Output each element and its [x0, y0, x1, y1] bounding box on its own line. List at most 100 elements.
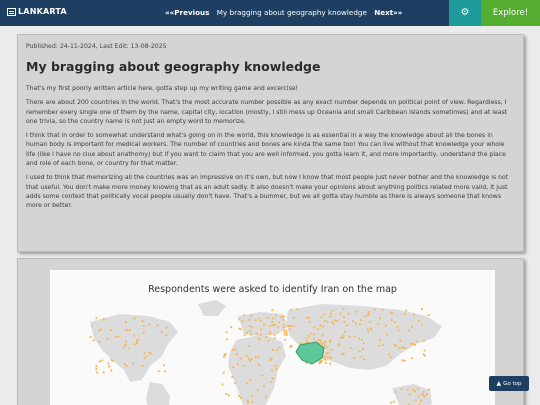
response-dot [222, 355, 226, 358]
response-dot [410, 357, 413, 360]
response-dot [269, 358, 272, 361]
response-dot [222, 371, 225, 374]
response-dot [412, 313, 416, 316]
response-dot [239, 396, 242, 399]
response-dot [243, 334, 246, 337]
response-dot [360, 355, 363, 358]
response-dot [263, 323, 266, 326]
response-dot [247, 357, 250, 360]
response-dot [280, 316, 283, 319]
previous-link[interactable]: ««Previous [165, 8, 209, 17]
response-dot [411, 388, 414, 391]
publish-info: Published: 24-11-2024, Last Edit: 13-08-… [26, 43, 167, 50]
response-dot [405, 309, 408, 312]
response-dot [110, 369, 113, 372]
response-dot [307, 316, 310, 319]
response-dot [157, 370, 160, 373]
response-dot [324, 361, 327, 364]
current-article-title: My bragging about geography knowledge [216, 8, 367, 17]
response-dot [295, 308, 298, 311]
response-dot [102, 318, 105, 321]
response-dot [343, 321, 346, 324]
response-dot [388, 353, 391, 356]
response-dot [271, 369, 274, 372]
response-dot [241, 320, 244, 323]
response-dot [164, 370, 167, 373]
response-dot [266, 316, 269, 319]
go-top-button[interactable]: ▲ Go top [489, 376, 529, 391]
site-logo[interactable]: LANKARTA [7, 7, 67, 16]
response-dot [378, 344, 381, 347]
response-dot [353, 356, 356, 360]
response-dot [262, 385, 266, 388]
settings-button[interactable]: ⚙ [449, 0, 481, 26]
response-dot [393, 321, 397, 324]
response-dot [386, 333, 389, 336]
response-dot [101, 359, 104, 362]
response-dot [337, 344, 340, 347]
response-dot [283, 323, 286, 326]
response-dot [389, 356, 392, 359]
response-dot [283, 331, 286, 334]
response-dot [394, 390, 397, 393]
map-figure: Respondents were asked to identify Iran … [50, 270, 495, 405]
response-dot [248, 324, 251, 327]
go-top-label: Go top [503, 381, 522, 387]
response-dot [163, 364, 166, 367]
response-dot [325, 352, 328, 355]
response-dot [410, 342, 413, 345]
arrow-up-icon: ▲ [496, 380, 502, 387]
response-dot [392, 400, 396, 403]
response-dot [251, 394, 254, 397]
response-dot [367, 330, 370, 333]
response-dot [305, 337, 308, 340]
response-dot [283, 326, 286, 329]
response-dot [248, 318, 251, 321]
response-dot [419, 399, 422, 402]
article-paragraph: There are about 200 countries in the wor… [26, 99, 508, 125]
response-dot [95, 317, 98, 320]
response-dot [124, 362, 127, 366]
response-dot [422, 339, 425, 342]
response-dot [329, 355, 332, 359]
response-dot [268, 331, 272, 334]
response-dot [401, 359, 404, 362]
response-dot [148, 351, 151, 354]
response-dot [329, 340, 332, 344]
response-dot [378, 338, 381, 341]
response-dot [271, 320, 274, 323]
response-dot [305, 317, 308, 320]
response-dot [420, 308, 424, 311]
response-dot [99, 328, 102, 331]
response-dot [425, 393, 429, 396]
response-dot [416, 340, 419, 343]
explore-button[interactable]: Explore! [481, 0, 540, 26]
response-dot [411, 325, 414, 328]
response-dot [324, 340, 327, 343]
response-dot [142, 331, 145, 334]
response-dot [417, 395, 420, 398]
response-dot [271, 317, 274, 320]
response-dot [156, 324, 159, 327]
response-dot [248, 379, 251, 382]
response-dot [420, 323, 423, 326]
response-dot [406, 388, 409, 391]
article-card: Published: 24-11-2024, Last Edit: 13-08-… [17, 34, 524, 252]
response-dot [248, 329, 251, 333]
response-dot [342, 352, 345, 356]
response-dot [261, 374, 264, 377]
response-dot [329, 312, 332, 315]
response-dot [403, 312, 406, 315]
response-dot [278, 321, 281, 324]
response-dot [95, 367, 98, 370]
next-link[interactable]: Next»» [374, 8, 402, 17]
response-dot [421, 393, 424, 396]
article-paragraph: I think that in order to somewhat unders… [26, 132, 506, 168]
response-dot [251, 401, 254, 404]
response-dot [323, 355, 326, 358]
response-dot [108, 365, 111, 368]
response-dot [278, 346, 281, 349]
response-dot [339, 336, 342, 339]
response-dot [225, 331, 228, 334]
response-dot [141, 320, 144, 323]
